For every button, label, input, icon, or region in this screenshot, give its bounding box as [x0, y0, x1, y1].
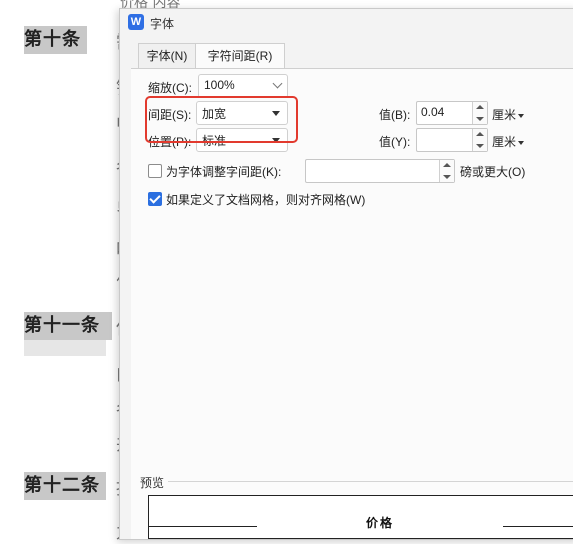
- article-10-heading: 第十条: [24, 26, 87, 54]
- tab-character-spacing[interactable]: 字符间距(R): [195, 43, 285, 69]
- kerning-size-stepper[interactable]: [439, 160, 454, 182]
- snap-to-grid-checkbox[interactable]: [148, 192, 162, 206]
- dialog-title: 字体: [150, 17, 175, 31]
- preview-sample-text: 价格: [366, 516, 395, 530]
- stepper-up-icon: [476, 132, 484, 136]
- unit-dropdown-icon: [518, 140, 525, 145]
- preview-box: 价格: [148, 495, 573, 539]
- preview-divider: [160, 481, 573, 482]
- spacing-unit-select[interactable]: 厘米: [492, 106, 525, 123]
- kerning-suffix: 磅或更大(O): [460, 165, 526, 179]
- stepper-down-icon: [476, 144, 484, 148]
- chevron-down-icon: [272, 78, 283, 89]
- position-unit-select[interactable]: 厘米: [492, 133, 525, 150]
- kerning-label: 为字体调整字间距(K):: [166, 165, 282, 179]
- scale-select[interactable]: 100%: [198, 74, 288, 98]
- spacing-amount-input[interactable]: 0.04: [416, 101, 488, 125]
- stepper-up-icon: [443, 163, 451, 167]
- kerning-size-input[interactable]: [305, 159, 455, 183]
- snap-to-grid-label: 如果定义了文档网格，则对齐网格(W): [166, 193, 366, 207]
- article-12-heading: 第十二条: [24, 472, 106, 500]
- preview-label: 预览: [140, 474, 169, 491]
- unit-dropdown-icon: [518, 113, 525, 118]
- wps-app-icon: W: [128, 14, 144, 30]
- kerning-checkbox[interactable]: [148, 164, 162, 178]
- position-unit-label: 厘米: [492, 135, 517, 149]
- position-amount-input[interactable]: [416, 128, 488, 152]
- preview-rule-right: [503, 526, 573, 527]
- spacing-amount-label: 值(B):: [379, 108, 411, 122]
- stepper-up-icon: [476, 105, 484, 109]
- spacing-amount-stepper[interactable]: [472, 102, 487, 124]
- tab-font[interactable]: 字体(N): [138, 43, 196, 69]
- scale-label: 缩放(C):: [148, 81, 192, 95]
- stepper-down-icon: [443, 175, 451, 179]
- position-amount-stepper[interactable]: [472, 129, 487, 151]
- stepper-down-icon: [476, 117, 484, 121]
- spacing-highlight-box: [145, 96, 298, 143]
- scale-value: 100%: [204, 78, 235, 92]
- article-11-shade: [24, 340, 106, 356]
- preview-rule-left: [149, 526, 257, 527]
- spacing-unit-label: 厘米: [492, 108, 517, 122]
- position-amount-label: 值(Y):: [379, 135, 411, 149]
- dialog-titlebar[interactable]: W 字体: [120, 9, 573, 37]
- article-11-heading: 第十一条: [24, 312, 112, 340]
- spacing-amount-value: 0.04: [421, 105, 445, 119]
